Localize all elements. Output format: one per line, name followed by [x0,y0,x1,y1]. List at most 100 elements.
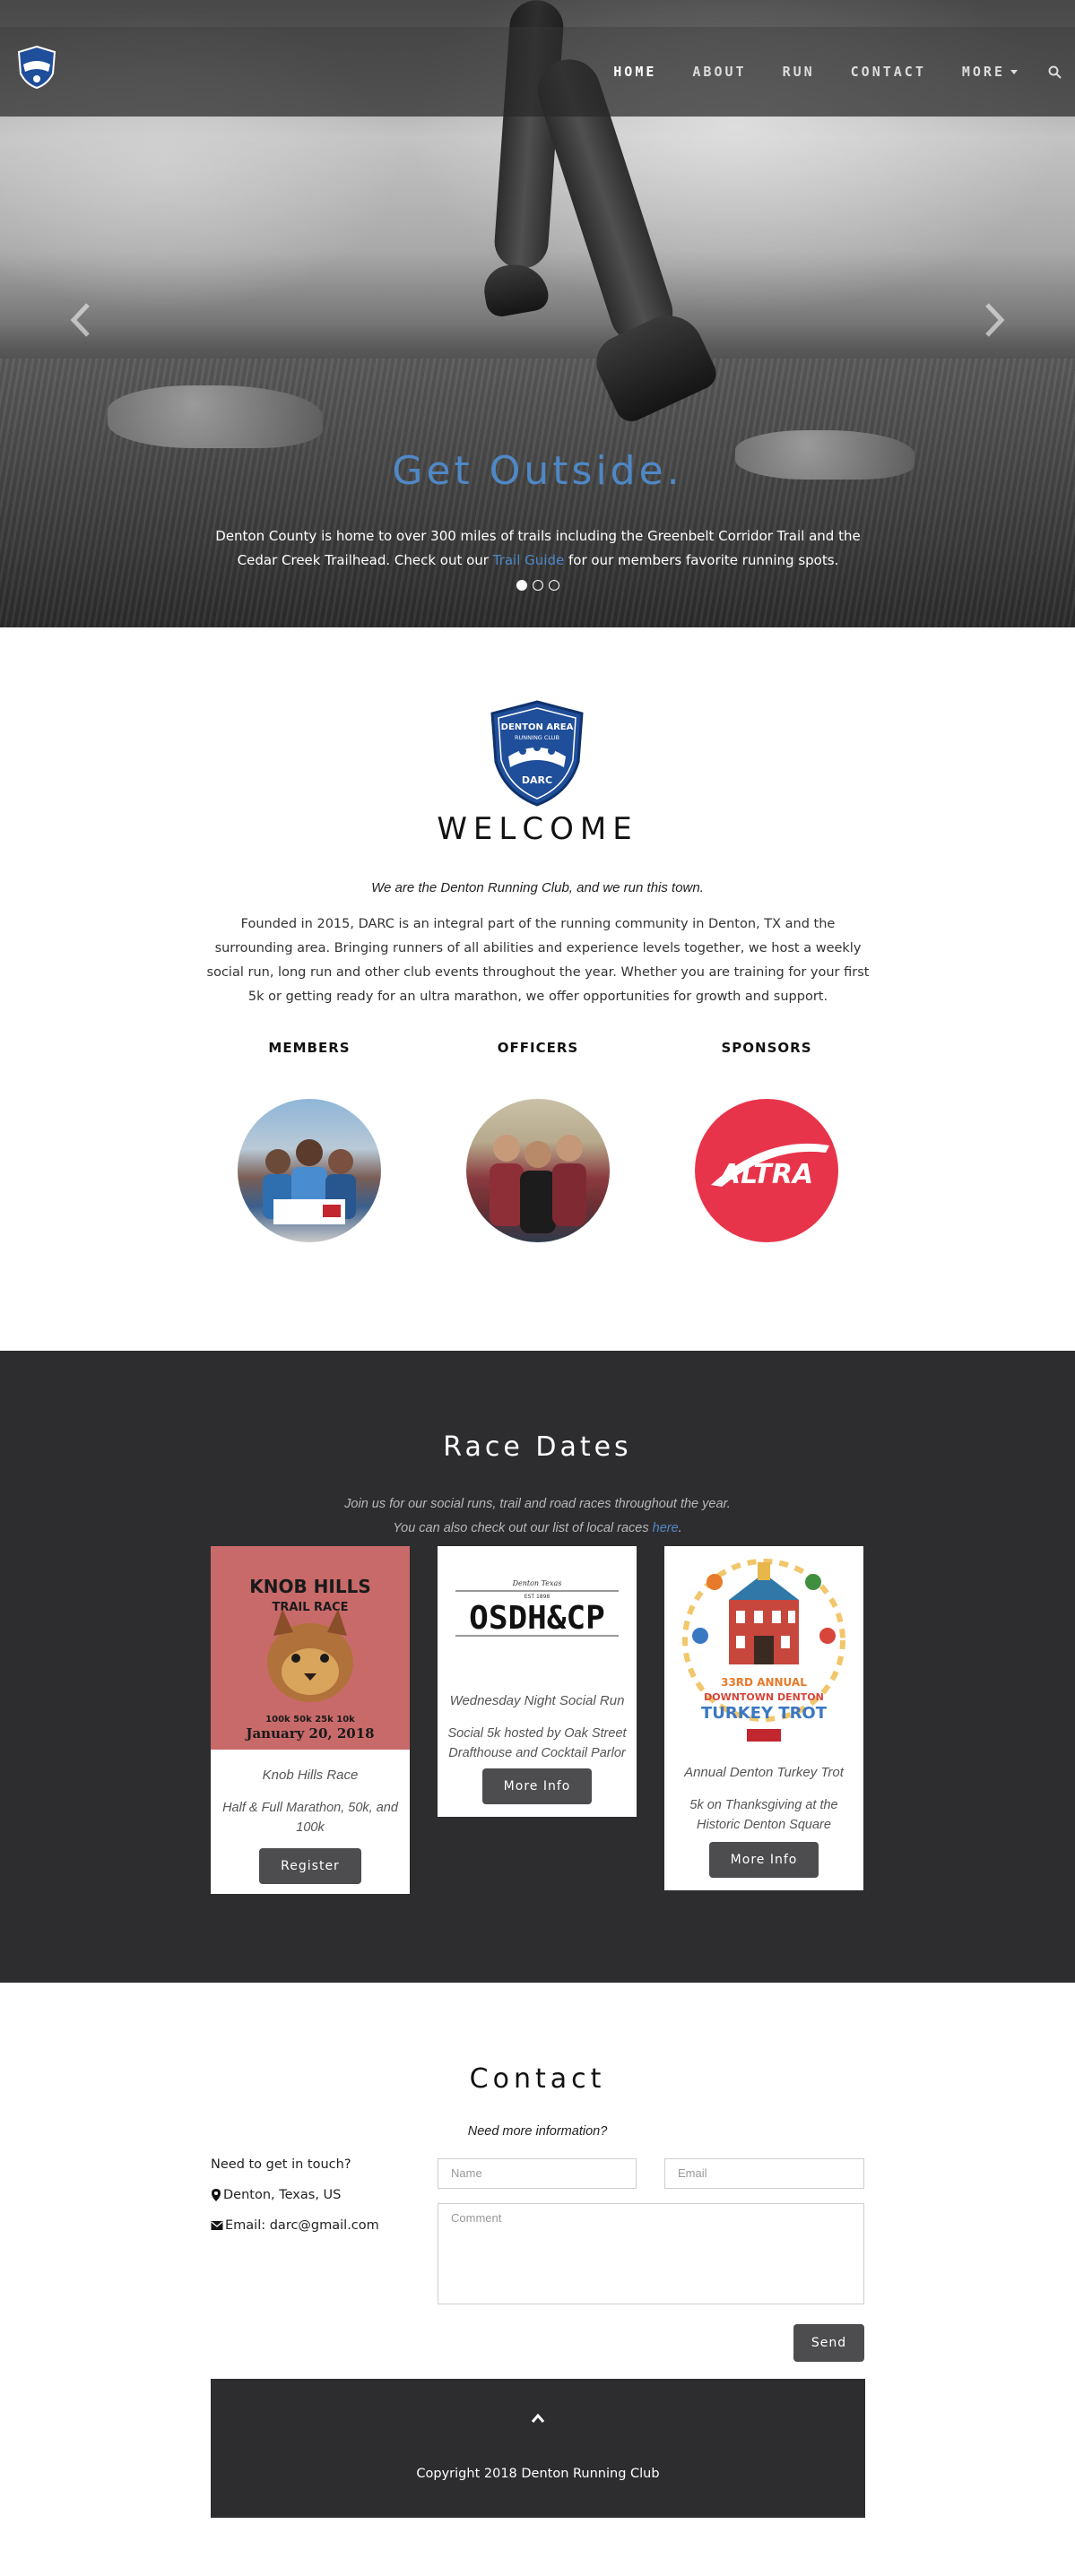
race-dates-sub-line2: You can also check out our list of local… [0,1517,1075,1541]
welcome-tagline: We are the Denton Running Club, and we r… [371,880,704,895]
nav-more-label: MORE [961,64,1005,80]
poster-date: January 20, 2018 [244,1725,374,1742]
club-groups: MEMBERS OFFICERS SPONSORS ALTRA [197,1040,879,1242]
turkey-trot-line3: TURKEY TROT [701,1704,828,1723]
comment-field[interactable]: Comment [438,2203,864,2304]
register-button[interactable]: Register [259,1848,361,1884]
race-card-desc: Social 5k hosted by Oak Street Drafthous… [447,1726,627,1760]
email-field[interactable]: Email [664,2158,864,2189]
trail-guide-link[interactable]: Trail Guide [493,552,564,568]
carousel-prev-icon[interactable] [68,298,95,342]
hero-caption-text-end: for our members favorite running spots. [564,552,839,568]
footer: Copyright 2018 Denton Running Club [211,2379,865,2518]
group-members: MEMBERS [197,1040,421,1242]
carousel-dot[interactable] [532,580,543,591]
nav-menu: HOME ABOUT RUN CONTACT MORE [595,27,1062,117]
contact-touch-text: Need to get in touch? [211,2157,351,2172]
main-navbar: HOME ABOUT RUN CONTACT MORE [0,27,1075,117]
osdh-place: Denton Texas [512,1579,562,1587]
poster-distances: 100k 50k 25k 10k [265,1715,355,1725]
hero-caption: Denton County is home to over 300 miles … [215,524,861,573]
knob-hills-image: KNOB HILLS TRAIL RACE 100k 50k 25k 10k J… [211,1546,410,1750]
altra-logo-art: ALTRA [711,1143,829,1190]
turkey-trot-line2: DOWNTOWN DENTON [704,1691,824,1703]
copyright-text: Copyright 2018 Denton Running Club [416,2467,660,2481]
local-races-link[interactable]: here [653,1521,679,1535]
nav-contact[interactable]: CONTACT [833,64,944,80]
carousel-next-icon[interactable] [980,298,1007,342]
back-to-top[interactable] [211,2413,865,2424]
contact-section: Contact Need more information? Need to g… [0,1983,1075,2576]
knob-hills-poster: KNOB HILLS TRAIL RACE 100k 50k 25k 10k J… [244,1576,374,1742]
race-dates-section: Race Dates Join us for our social runs, … [0,1351,1075,1983]
group-title: SPONSORS [721,1040,812,1056]
search-icon[interactable] [1036,65,1062,79]
more-info-button[interactable]: More Info [481,1768,593,1804]
race-dates-sub-end: . [678,1521,682,1535]
welcome-section: DENTON AREA RUNNING CLUB DARC WELCOME We… [0,627,1075,1351]
darc-crest-logo: DENTON AREA RUNNING CLUB DARC [490,700,584,807]
members-photo-art [263,1139,356,1224]
hero-carousel: HOME ABOUT RUN CONTACT MORE Get Outside.… [0,0,1075,627]
chevron-up-icon [531,2413,545,2423]
osdh-image: Denton Texas EST 1898 OSDH&CP [438,1546,637,1688]
group-title: OFFICERS [497,1040,579,1056]
race-card-title: Annual Denton Turkey Trot [684,1765,844,1780]
altra-sponsor-logo[interactable]: ALTRA [695,1099,838,1242]
club-logo-icon[interactable] [16,45,57,90]
race-card-title: Knob Hills Race [262,1768,359,1783]
carousel-dot[interactable] [548,580,559,591]
crest-text-sub: RUNNING CLUB [515,734,559,741]
turkey-trot-line1: 33RD ANNUAL [721,1676,807,1689]
officers-photo-art [490,1135,586,1233]
chevron-down-icon [1010,70,1018,74]
welcome-body: Founded in 2015, DARC is an integral par… [206,917,870,1004]
contact-email: Email: darc@gmail.com [211,2218,379,2233]
race-dates-title: Race Dates [443,1431,632,1463]
race-card-social-run: Denton Texas EST 1898 OSDH&CP Wednesday … [438,1546,637,1817]
contact-title: Contact [469,2063,606,2095]
race-dates-sub-text: You can also check out our list of local… [393,1521,653,1535]
race-card-knob-hills: KNOB HILLS TRAIL RACE 100k 50k 25k 10k J… [211,1546,410,1894]
officers-photo[interactable] [466,1099,610,1242]
race-card-title: Wednesday Night Social Run [449,1693,625,1708]
nav-more-dropdown[interactable]: MORE [944,64,1036,80]
nav-about[interactable]: ABOUT [674,64,764,80]
altra-logo-text: ALTRA [718,1159,813,1190]
osdh-logo: Denton Texas EST 1898 OSDH&CP [455,1579,619,1637]
name-field[interactable]: Name [438,2158,637,2189]
members-photo[interactable] [238,1099,381,1242]
turkey-trot-poster: 33RD ANNUAL DOWNTOWN DENTON TURKEY TROT [682,1559,845,1742]
race-card-desc: Half & Full Marathon, 50k, and 100k [222,1801,398,1835]
contact-email-text: Email: darc@gmail.com [225,2218,379,2233]
contact-touch: Need to get in touch? [211,2157,379,2172]
osdh-wordmark: OSDH&CP [469,1600,605,1637]
nav-run[interactable]: RUN [765,64,833,80]
osdh-est: EST 1898 [524,1594,551,1600]
contact-subtitle: Need more information? [467,2124,608,2139]
race-dates-subtitle: Join us for our social runs, trail and r… [0,1492,1075,1541]
envelope-icon [211,2221,223,2230]
race-dates-sub-line1: Join us for our social runs, trail and r… [344,1497,731,1511]
turkey-trot-image: 33RD ANNUAL DOWNTOWN DENTON TURKEY TROT [664,1546,863,1759]
contact-location-text: Denton, Texas, US [223,2188,342,2202]
group-title: MEMBERS [268,1040,351,1056]
nav-home[interactable]: HOME [595,64,674,80]
group-sponsors: SPONSORS ALTRA [655,1040,879,1242]
welcome-title: WELCOME [437,811,638,847]
carousel-indicators [0,580,1075,591]
hero-heading: Get Outside. [392,448,683,494]
map-marker-icon [212,2189,221,2201]
crest-text-top: DENTON AREA [501,722,574,732]
more-info-button[interactable]: More Info [708,1842,819,1878]
crest-text-bottom: DARC [522,774,552,786]
race-card-turkey-trot: 33RD ANNUAL DOWNTOWN DENTON TURKEY TROT … [664,1546,863,1890]
poster-title: KNOB HILLS [249,1576,371,1597]
contact-location: Denton, Texas, US [211,2188,379,2202]
group-officers: OFFICERS [426,1040,650,1242]
carousel-dot[interactable] [516,580,527,591]
send-button[interactable]: Send [793,2324,864,2362]
hero-photo-rock [108,385,323,448]
top-strip [0,0,1075,27]
contact-info: Need to get in touch? Denton, Texas, US … [211,2157,379,2249]
